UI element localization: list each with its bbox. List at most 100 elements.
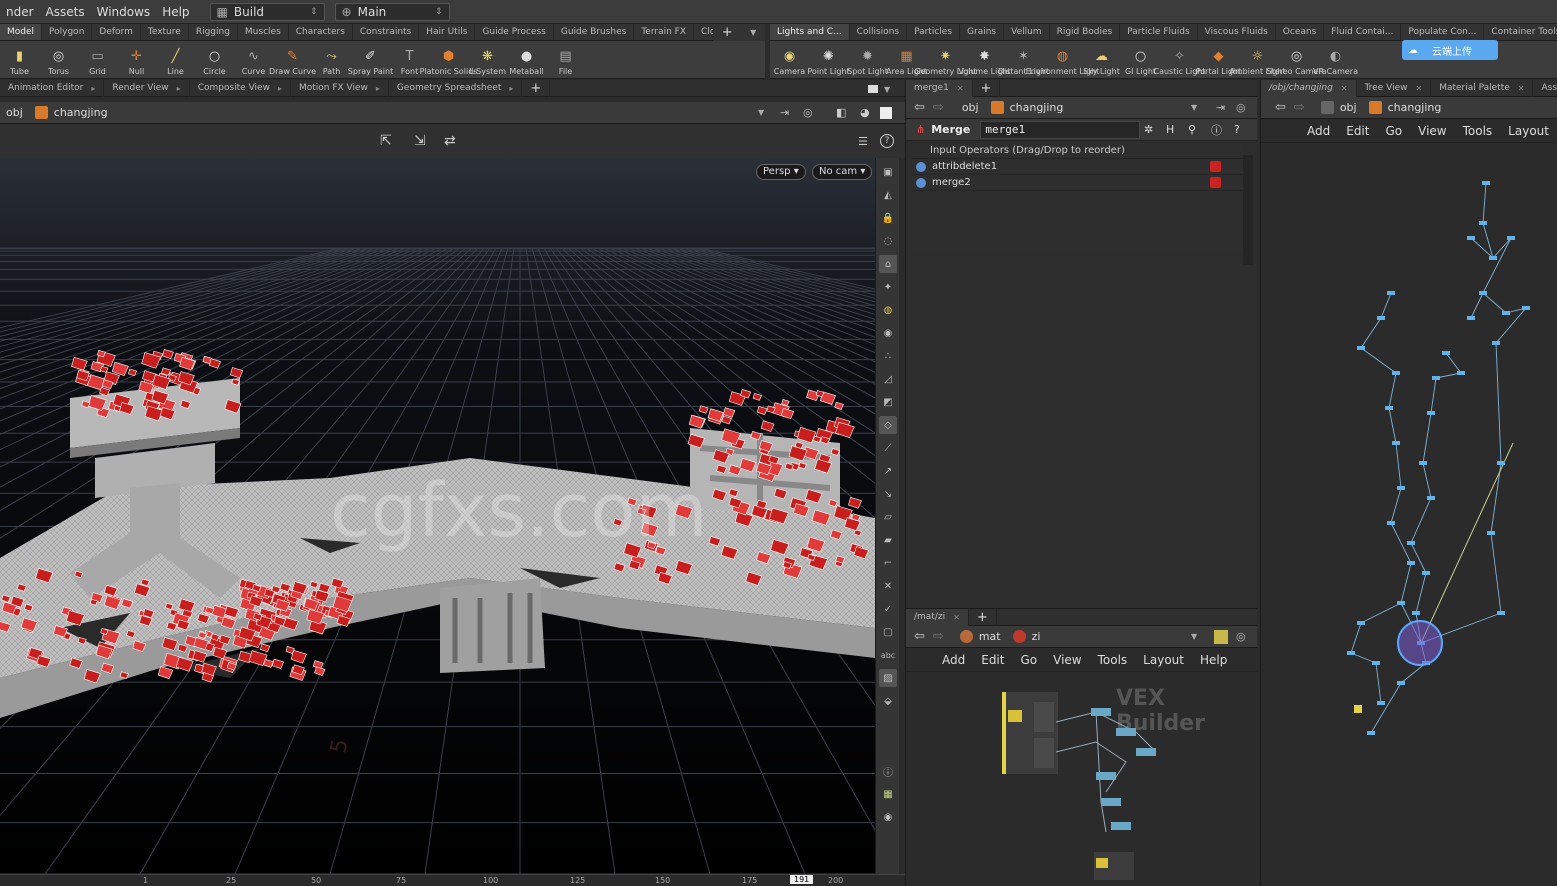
- left-shelf-tab[interactable]: Guide Process: [475, 24, 554, 40]
- network-node[interactable]: [1354, 705, 1362, 713]
- network-node[interactable]: [1479, 221, 1487, 225]
- sky-light-tool-button[interactable]: ☁ Sky Light: [1082, 41, 1121, 78]
- pin-geo-icon[interactable]: ⬙: [879, 692, 897, 710]
- add-tab-icon[interactable]: +: [973, 79, 1001, 97]
- net-network-canvas[interactable]: [1261, 143, 1557, 863]
- shade-icon[interactable]: ◩: [879, 393, 897, 411]
- left-shelf-tab[interactable]: Polygon: [42, 24, 93, 40]
- line-tool-button[interactable]: ╱ Line: [156, 41, 195, 78]
- right-shelf-tab[interactable]: Grains: [960, 24, 1005, 40]
- breadcrumb-node[interactable]: changjing: [29, 104, 114, 122]
- info-icon[interactable]: ⓘ: [879, 762, 897, 780]
- left-shelf-tab[interactable]: Rigging: [189, 24, 238, 40]
- close-icon[interactable]: ✕: [1518, 80, 1525, 97]
- net-menu-item[interactable]: Layout: [1500, 124, 1557, 138]
- maximize-icon[interactable]: [868, 85, 878, 93]
- close-icon[interactable]: ✕: [1415, 80, 1422, 97]
- mat-menu-item[interactable]: Go: [1012, 653, 1045, 667]
- close-icon[interactable]: ✕: [957, 80, 964, 97]
- left-shelf-tab[interactable]: Model: [0, 24, 43, 40]
- network-node[interactable]: [1387, 291, 1395, 295]
- info-icon[interactable]: ⓘ: [1211, 122, 1222, 138]
- shelf-menu-icon[interactable]: ▼: [750, 28, 756, 37]
- network-node[interactable]: [1522, 306, 1530, 310]
- net-menu-item[interactable]: Add: [1299, 124, 1338, 138]
- right-shelf-tab[interactable]: Oceans: [1276, 24, 1325, 40]
- viewer-tab[interactable]: Composite View ▸: [190, 79, 291, 97]
- menu-item-help[interactable]: Help: [156, 0, 195, 24]
- pane-menu-icon[interactable]: ▼: [884, 85, 890, 94]
- search-icon[interactable]: ⚲: [1188, 123, 1196, 136]
- net-pane-tab[interactable]: Tree View ✕: [1357, 79, 1432, 97]
- network-node[interactable]: [1385, 406, 1393, 410]
- wire-icon[interactable]: ◿: [879, 370, 897, 388]
- net-pane-tab[interactable]: Asset✕: [1533, 80, 1557, 97]
- network-node[interactable]: [1482, 181, 1490, 185]
- param-breadcrumb-node[interactable]: changjing: [985, 99, 1070, 117]
- display-options-icon[interactable]: ☰: [858, 135, 868, 148]
- net-menu-item[interactable]: Edit: [1338, 124, 1377, 138]
- network-node[interactable]: [1407, 561, 1415, 565]
- handle-tool-icon[interactable]: ⇄: [444, 133, 456, 149]
- point-light-tool-button[interactable]: ✺ Point Light: [807, 41, 849, 78]
- mat-breadcrumb-node[interactable]: zi: [1007, 628, 1047, 646]
- mat-menu-item[interactable]: Edit: [973, 653, 1012, 667]
- pin-icon[interactable]: ⇥: [780, 106, 789, 119]
- grid-tool-button[interactable]: ▭ Grid: [78, 41, 117, 78]
- remove-input-icon[interactable]: [1210, 161, 1221, 172]
- network-node[interactable]: [1422, 571, 1430, 575]
- menu-item-windows[interactable]: Windows: [91, 0, 157, 24]
- display-icon[interactable]: ▣: [879, 163, 897, 181]
- network-node[interactable]: [1377, 701, 1385, 705]
- tiles-icon[interactable]: ▦: [879, 785, 897, 803]
- check-icon[interactable]: ✓: [879, 600, 897, 618]
- right-shelf-tab[interactable]: Lights and C...: [770, 24, 850, 40]
- torus-tool-button[interactable]: ◎ Torus: [39, 41, 78, 78]
- tab-menu-icon[interactable]: ▸: [509, 80, 513, 97]
- help-icon[interactable]: ?: [880, 134, 894, 148]
- pin-icon[interactable]: ⇥: [1216, 101, 1225, 114]
- link-icon[interactable]: ◎: [1236, 630, 1246, 643]
- light-icon[interactable]: ✦: [879, 278, 897, 296]
- spot-light-tool-button[interactable]: ✹ Spot Light: [847, 41, 888, 78]
- curve-tool-button[interactable]: ∿ Curve: [234, 41, 273, 78]
- network-node[interactable]: [1412, 611, 1420, 615]
- image-icon[interactable]: ▨: [879, 669, 897, 687]
- caustic-light-tool-button[interactable]: ✧ Caustic Light: [1154, 41, 1206, 78]
- network-node[interactable]: [1487, 531, 1495, 535]
- net-pane-tab[interactable]: /obj/changjing ✕: [1261, 79, 1357, 97]
- current-frame-marker[interactable]: 191: [790, 875, 814, 884]
- home-view-icon[interactable]: ⌂: [879, 255, 897, 273]
- add-shelf-icon[interactable]: +: [722, 25, 733, 40]
- l-system-tool-button[interactable]: ❋ L-System: [468, 41, 507, 78]
- eye-icon[interactable]: ◉: [879, 808, 897, 826]
- corner-icon[interactable]: ⌐: [879, 554, 897, 572]
- right-shelf-tab[interactable]: Container Tools: [1484, 24, 1557, 40]
- cube-view-icon[interactable]: ◧: [836, 106, 846, 119]
- transform-tool-icon[interactable]: ⇲: [414, 133, 426, 149]
- back-arrow-icon[interactable]: ⇦: [1275, 100, 1286, 115]
- path-tool-button[interactable]: ⤳ Path: [312, 41, 351, 78]
- environment-light-tool-button[interactable]: ◍ Environment Light: [1026, 41, 1100, 78]
- points-icon[interactable]: ∴: [879, 347, 897, 365]
- square-icon[interactable]: ▢: [879, 623, 897, 641]
- camera-tool-button[interactable]: ◉ Camera: [770, 41, 809, 78]
- vr-camera-tool-button[interactable]: ◐ VR Camera: [1313, 41, 1358, 78]
- link-icon[interactable]: ◎: [1236, 101, 1246, 114]
- network-node[interactable]: [1357, 346, 1365, 350]
- circle-tool-button[interactable]: ○ Circle: [195, 41, 234, 78]
- shelf-icon[interactable]: ▱: [879, 508, 897, 526]
- right-shelf-tab[interactable]: Fluid Contai...: [1324, 24, 1402, 40]
- metaball-tool-button[interactable]: ● Metaball: [507, 41, 546, 78]
- right-shelf-tab[interactable]: Vellum: [1004, 24, 1050, 40]
- network-node[interactable]: [1392, 371, 1400, 375]
- mat-menu-item[interactable]: View: [1045, 653, 1089, 667]
- add-tab-icon[interactable]: +: [969, 608, 997, 626]
- network-node[interactable]: [1427, 411, 1435, 415]
- mat-menu-item[interactable]: Add: [934, 653, 973, 667]
- net-menu-item[interactable]: Go: [1377, 124, 1410, 138]
- network-node[interactable]: [1467, 236, 1475, 240]
- remove-input-icon[interactable]: [1210, 177, 1221, 188]
- add-tab-icon[interactable]: +: [522, 79, 551, 97]
- network-node[interactable]: [1387, 521, 1395, 525]
